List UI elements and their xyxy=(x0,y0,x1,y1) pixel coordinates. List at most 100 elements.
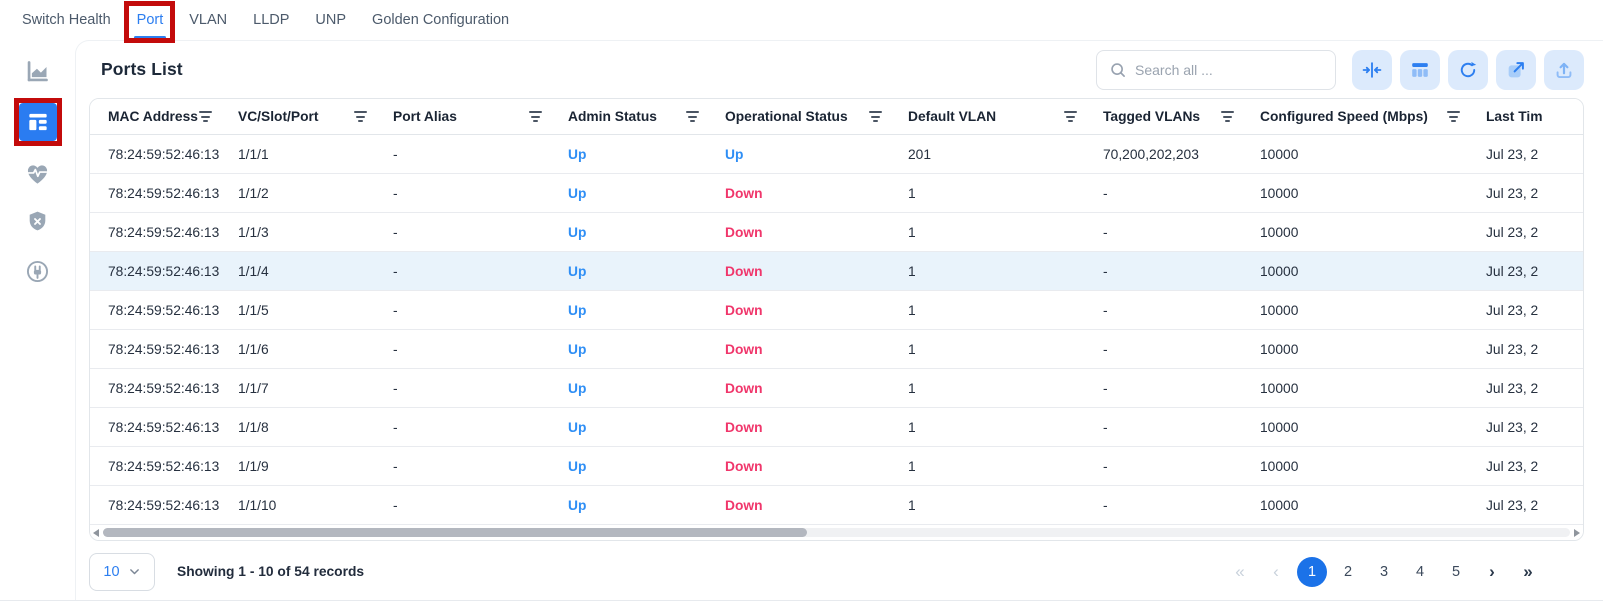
columns-button[interactable] xyxy=(1400,50,1440,90)
cell-vlan: 1 xyxy=(908,303,1103,318)
column-label: VC/Slot/Port xyxy=(238,109,318,124)
cell-last: Jul 23, 2 xyxy=(1486,498,1583,513)
table-row[interactable]: 78:24:59:52:46:131/1/4-UpDown1-10000Jul … xyxy=(90,252,1583,291)
heart-pulse-icon[interactable] xyxy=(18,156,58,190)
cell-tagged: - xyxy=(1103,459,1260,474)
fit-columns-button[interactable] xyxy=(1352,50,1392,90)
scrollbar-track[interactable] xyxy=(103,528,1570,537)
column-header-alias[interactable]: Port Alias xyxy=(393,109,568,124)
cell-oper: Down xyxy=(725,342,908,357)
cell-speed: 10000 xyxy=(1260,420,1486,435)
column-header-speed[interactable]: Configured Speed (Mbps) xyxy=(1260,109,1486,124)
table-row[interactable]: 78:24:59:52:46:131/1/1-UpUp20170,200,202… xyxy=(90,135,1583,174)
filter-icon[interactable] xyxy=(1447,111,1460,122)
table-row[interactable]: 78:24:59:52:46:131/1/9-UpDown1-10000Jul … xyxy=(90,447,1583,486)
open-external-button[interactable] xyxy=(1496,50,1536,90)
cell-mac: 78:24:59:52:46:13 xyxy=(90,264,238,279)
last-page-button[interactable]: » xyxy=(1513,557,1543,587)
cell-alias: - xyxy=(393,381,568,396)
column-header-tagged[interactable]: Tagged VLANs xyxy=(1103,109,1260,124)
records-summary: Showing 1 - 10 of 54 records xyxy=(177,564,364,579)
cell-alias: - xyxy=(393,147,568,162)
refresh-button[interactable] xyxy=(1448,50,1488,90)
column-header-admin[interactable]: Admin Status xyxy=(568,109,725,124)
tab-unp[interactable]: UNP xyxy=(315,0,346,40)
cell-admin: Up xyxy=(568,498,725,513)
table-row[interactable]: 78:24:59:52:46:131/1/7-UpDown1-10000Jul … xyxy=(90,369,1583,408)
search-box[interactable] xyxy=(1096,50,1336,90)
refresh-icon xyxy=(1457,59,1479,81)
tab-port[interactable]: Port xyxy=(137,0,164,40)
first-page-button[interactable]: « xyxy=(1225,557,1255,587)
active-tab-underline xyxy=(134,36,167,39)
status-badge: Down xyxy=(725,381,763,396)
page-button-2[interactable]: 2 xyxy=(1333,557,1363,587)
column-header-port[interactable]: VC/Slot/Port xyxy=(238,109,393,124)
page-size-select[interactable]: 10 xyxy=(89,553,155,591)
column-header-mac[interactable]: MAC Address xyxy=(90,109,238,124)
filter-icon[interactable] xyxy=(529,111,542,122)
filter-icon[interactable] xyxy=(354,111,367,122)
area-chart-icon[interactable] xyxy=(18,54,58,88)
cell-mac: 78:24:59:52:46:13 xyxy=(90,186,238,201)
export-button[interactable] xyxy=(1544,50,1584,90)
table-row[interactable]: 78:24:59:52:46:131/1/6-UpDown1-10000Jul … xyxy=(90,330,1583,369)
table-row[interactable]: 78:24:59:52:46:131/1/10-UpDown1-10000Jul… xyxy=(90,486,1583,525)
column-header-vlan[interactable]: Default VLAN xyxy=(908,109,1103,124)
plug-circle-icon[interactable] xyxy=(18,254,58,288)
filter-icon[interactable] xyxy=(869,111,882,122)
tab-label: Port xyxy=(137,12,164,28)
horizontal-scrollbar[interactable] xyxy=(90,525,1583,540)
ports-layout-icon[interactable] xyxy=(19,103,57,141)
filter-icon[interactable] xyxy=(1221,111,1234,122)
scrollbar-thumb[interactable] xyxy=(103,528,807,537)
cell-tagged: - xyxy=(1103,498,1260,513)
page-button-1[interactable]: 1 xyxy=(1297,557,1327,587)
table-row[interactable]: 78:24:59:52:46:131/1/3-UpDown1-10000Jul … xyxy=(90,213,1583,252)
tab-label: Golden Configuration xyxy=(372,12,509,28)
table-row[interactable]: 78:24:59:52:46:131/1/8-UpDown1-10000Jul … xyxy=(90,408,1583,447)
table-header-row: MAC Address VC/Slot/Port Port AliasAdmin S… xyxy=(90,99,1583,135)
column-label: MAC Address xyxy=(108,109,198,124)
filter-icon[interactable] xyxy=(199,111,212,122)
tab-lldp[interactable]: LLDP xyxy=(253,0,289,40)
status-badge: Down xyxy=(725,303,763,318)
tab-switch-health[interactable]: Switch Health xyxy=(22,0,111,40)
table-row[interactable]: 78:24:59:52:46:131/1/2-UpDown1-10000Jul … xyxy=(90,174,1583,213)
tab-vlan[interactable]: VLAN xyxy=(189,0,227,40)
filter-icon[interactable] xyxy=(686,111,699,122)
scroll-left-arrow-icon[interactable] xyxy=(93,529,99,537)
cell-port: 1/1/1 xyxy=(238,147,393,162)
cell-oper: Down xyxy=(725,303,908,318)
page-button-4[interactable]: 4 xyxy=(1405,557,1435,587)
cell-mac: 78:24:59:52:46:13 xyxy=(90,147,238,162)
filter-icon[interactable] xyxy=(1064,111,1077,122)
scroll-right-arrow-icon[interactable] xyxy=(1574,529,1580,537)
column-header-oper[interactable]: Operational Status xyxy=(725,109,908,124)
cell-mac: 78:24:59:52:46:13 xyxy=(90,381,238,396)
tab-golden-configuration[interactable]: Golden Configuration xyxy=(372,0,509,40)
cell-vlan: 1 xyxy=(908,342,1103,357)
column-label: Tagged VLANs xyxy=(1103,109,1200,124)
cell-admin: Up xyxy=(568,420,725,435)
cell-last: Jul 23, 2 xyxy=(1486,147,1583,162)
status-badge: Up xyxy=(568,147,586,162)
cell-oper: Down xyxy=(725,186,908,201)
cell-alias: - xyxy=(393,498,568,513)
page-button-5[interactable]: 5 xyxy=(1441,557,1471,587)
cell-last: Jul 23, 2 xyxy=(1486,264,1583,279)
cell-port: 1/1/3 xyxy=(238,225,393,240)
cell-alias: - xyxy=(393,225,568,240)
prev-page-button[interactable]: ‹ xyxy=(1261,557,1291,587)
next-page-button[interactable]: › xyxy=(1477,557,1507,587)
page-button-3[interactable]: 3 xyxy=(1369,557,1399,587)
cell-alias: - xyxy=(393,459,568,474)
cell-vlan: 1 xyxy=(908,264,1103,279)
status-badge: Down xyxy=(725,342,763,357)
column-header-last[interactable]: Last Tim xyxy=(1486,109,1583,124)
table-row[interactable]: 78:24:59:52:46:131/1/5-UpDown1-10000Jul … xyxy=(90,291,1583,330)
shield-x-icon[interactable] xyxy=(18,204,58,238)
cell-admin: Up xyxy=(568,303,725,318)
cell-speed: 10000 xyxy=(1260,147,1486,162)
search-input[interactable] xyxy=(1135,62,1323,78)
